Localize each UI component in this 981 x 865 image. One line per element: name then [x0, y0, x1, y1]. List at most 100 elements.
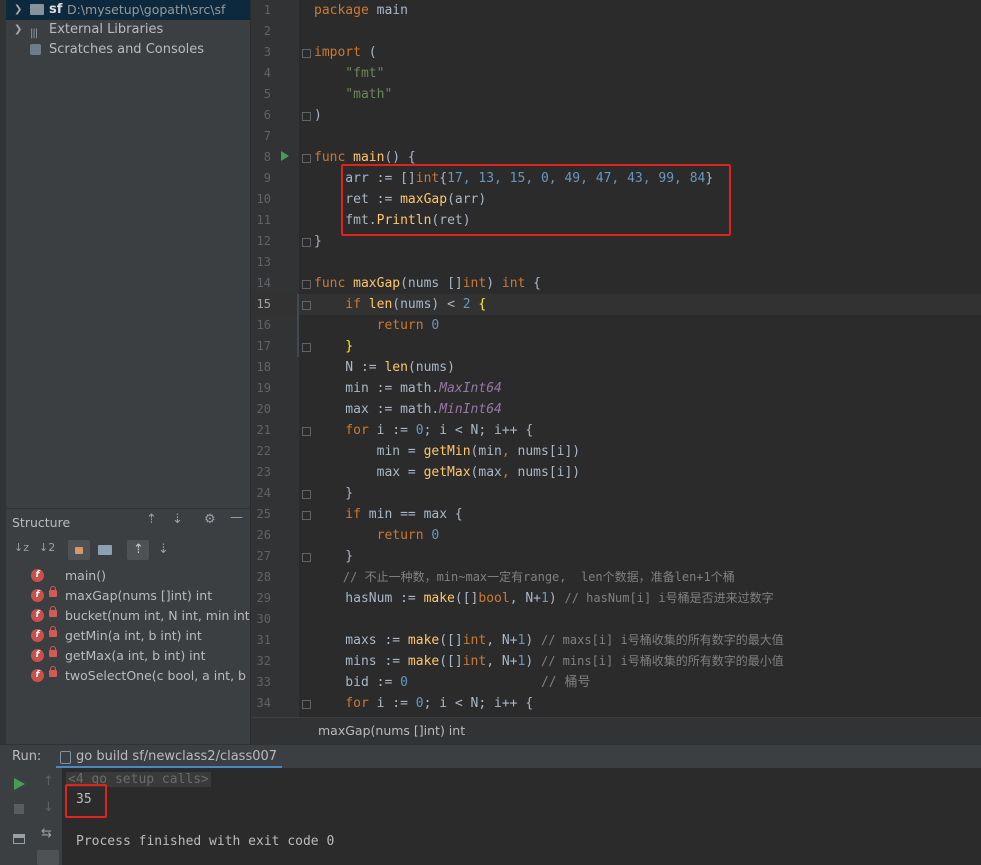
function-icon: f — [31, 629, 44, 642]
sort-alphabetically-icon[interactable]: ↓z — [14, 541, 29, 554]
code-line: } — [314, 486, 354, 501]
fold-marker-icon[interactable] — [302, 238, 311, 247]
line-number: 13 — [256, 255, 271, 269]
stop-icon[interactable] — [14, 804, 24, 814]
line-number: 32 — [256, 654, 271, 668]
code-line: if min == max { — [314, 507, 463, 522]
code-comment-line: // 不止一种数，min~max一定有range, len个数据，准备len+1… — [314, 570, 735, 584]
line-number: 23 — [256, 465, 271, 479]
run-tab[interactable]: go build sf/newclass2/class007 — [56, 745, 282, 769]
line-number: 1 — [263, 3, 271, 17]
code-line: for i := 0; i < N; i++ { — [314, 696, 534, 711]
line-number: 7 — [263, 129, 271, 143]
line-number: 5 — [263, 87, 271, 101]
fold-marker-icon[interactable] — [302, 343, 311, 352]
layout-icon[interactable] — [13, 834, 25, 844]
fold-column — [299, 0, 313, 717]
structure-item-getmin[interactable]: f getMin(a int, b int) int — [6, 626, 250, 646]
line-number: 19 — [256, 381, 271, 395]
soft-wrap-icon[interactable]: ⇆ — [41, 826, 52, 841]
autoscroll-from-source-icon[interactable]: ⇣ — [158, 542, 169, 557]
collapse-all-icon[interactable]: ⇣ — [172, 512, 183, 527]
lock-icon — [49, 586, 57, 597]
line-number: 21 — [256, 423, 271, 437]
fold-marker-icon[interactable] — [302, 112, 311, 121]
run-gutter-icon[interactable] — [281, 151, 289, 161]
lock-icon — [49, 606, 57, 617]
code-line: N := len(nums) — [314, 360, 455, 375]
line-number: 28 — [256, 570, 271, 584]
fold-marker-icon[interactable] — [302, 511, 311, 520]
fold-marker-icon[interactable] — [302, 553, 311, 562]
code-line: max = getMax(max, nums[i]) — [314, 465, 581, 480]
structure-item-label: getMin(a int, b int) int — [65, 628, 202, 643]
autoscroll-icon: ⇡ — [133, 542, 144, 557]
tree-item-root[interactable]: ❯ sf D:\mysetup\gopath\src\sf — [6, 0, 250, 20]
fold-marker-icon[interactable] — [302, 427, 311, 436]
line-number: 8 — [263, 150, 271, 164]
code-line: "fmt" — [314, 66, 385, 81]
breadcrumb[interactable]: maxGap(nums []int) int — [251, 717, 981, 744]
structure-item-maxgap[interactable]: f maxGap(nums []int) int — [6, 586, 250, 606]
structure-item-getmax[interactable]: f getMax(a int, b int) int — [6, 646, 250, 666]
rerun-icon[interactable] — [14, 778, 25, 790]
line-number: 30 — [256, 612, 271, 626]
code-line: maxs := make([]int, N+1) // maxs[i] i号桶收… — [314, 633, 784, 648]
line-number: 16 — [256, 318, 271, 332]
gear-icon[interactable]: ⚙ — [204, 512, 216, 527]
line-number: 25 — [256, 507, 271, 521]
code-line: return 0 — [314, 318, 440, 333]
line-number: 22 — [256, 444, 271, 458]
line-number: 12 — [256, 234, 271, 248]
line-number: 17 — [256, 339, 271, 353]
autoscroll-to-source-toggle[interactable]: ⇡ — [127, 540, 149, 560]
code-line: min = getMin(min, nums[i]) — [314, 444, 581, 459]
structure-item-twoselectone[interactable]: f twoSelectOne(c bool, a int, b int — [6, 666, 250, 686]
line-number: 27 — [256, 549, 271, 563]
code-line: hasNum := make([]bool, N+1) // hasNum[i]… — [314, 591, 774, 606]
fold-marker-icon[interactable] — [302, 700, 311, 709]
structure-item-label: twoSelectOne(c bool, a int, b int — [65, 668, 250, 683]
line-number: 20 — [256, 402, 271, 416]
fold-marker-icon[interactable] — [302, 49, 311, 58]
code-line: if len(nums) < 2 { — [314, 297, 487, 312]
up-arrow-icon[interactable]: ↑ — [43, 774, 54, 789]
line-number: 14 — [256, 276, 271, 290]
line-number: 3 — [263, 45, 271, 59]
line-number: 11 — [256, 213, 271, 227]
function-icon: f — [31, 589, 44, 602]
code-line: for i := 0; i < N; i++ { — [314, 423, 534, 438]
fold-marker-icon[interactable] — [302, 301, 311, 310]
line-number: 10 — [256, 192, 271, 206]
library-icon: ||| — [30, 28, 38, 39]
down-arrow-icon[interactable]: ↓ — [43, 800, 54, 815]
structure-item-bucket[interactable]: f bucket(num int, N int, min int, m — [6, 606, 250, 626]
structure-item-label: getMax(a int, b int) int — [65, 648, 206, 663]
line-number: 15 — [256, 297, 271, 311]
fold-marker-icon[interactable] — [302, 490, 311, 499]
lock-icon — [49, 626, 57, 637]
line-number: 29 — [256, 591, 271, 605]
fold-marker-icon[interactable] — [302, 154, 311, 163]
line-number: 9 — [263, 171, 271, 185]
console-output[interactable]: <4 go setup calls> 35 Process finished w… — [62, 768, 981, 865]
line-number: 31 — [256, 633, 271, 647]
fold-marker-icon[interactable] — [302, 280, 311, 289]
minimize-icon[interactable]: — — [230, 510, 243, 525]
structure-item-main[interactable]: f main() — [6, 566, 250, 586]
expand-arrow-icon[interactable]: ❯ — [14, 20, 22, 40]
expand-all-icon[interactable]: ⇡ — [146, 512, 157, 527]
show-non-public-toggle[interactable] — [68, 540, 90, 560]
sort-by-type-icon[interactable]: ↓2 — [39, 541, 55, 554]
expand-arrow-icon[interactable]: ❯ — [14, 0, 22, 20]
show-fields-icon[interactable] — [98, 545, 112, 555]
structure-item-label: bucket(num int, N int, min int, m — [65, 608, 250, 623]
sort-output-toggle[interactable] — [37, 850, 59, 865]
tree-item-external-libraries[interactable]: ❯ ||| External Libraries — [6, 20, 250, 40]
code-line: } — [314, 339, 354, 354]
lock-icon — [49, 646, 57, 657]
highlight-annotation-box — [341, 164, 731, 236]
breadcrumb-item[interactable]: maxGap(nums []int) int — [318, 718, 465, 744]
tree-item-scratches[interactable]: Scratches and Consoles — [6, 40, 250, 60]
scope-indicator — [297, 294, 299, 357]
